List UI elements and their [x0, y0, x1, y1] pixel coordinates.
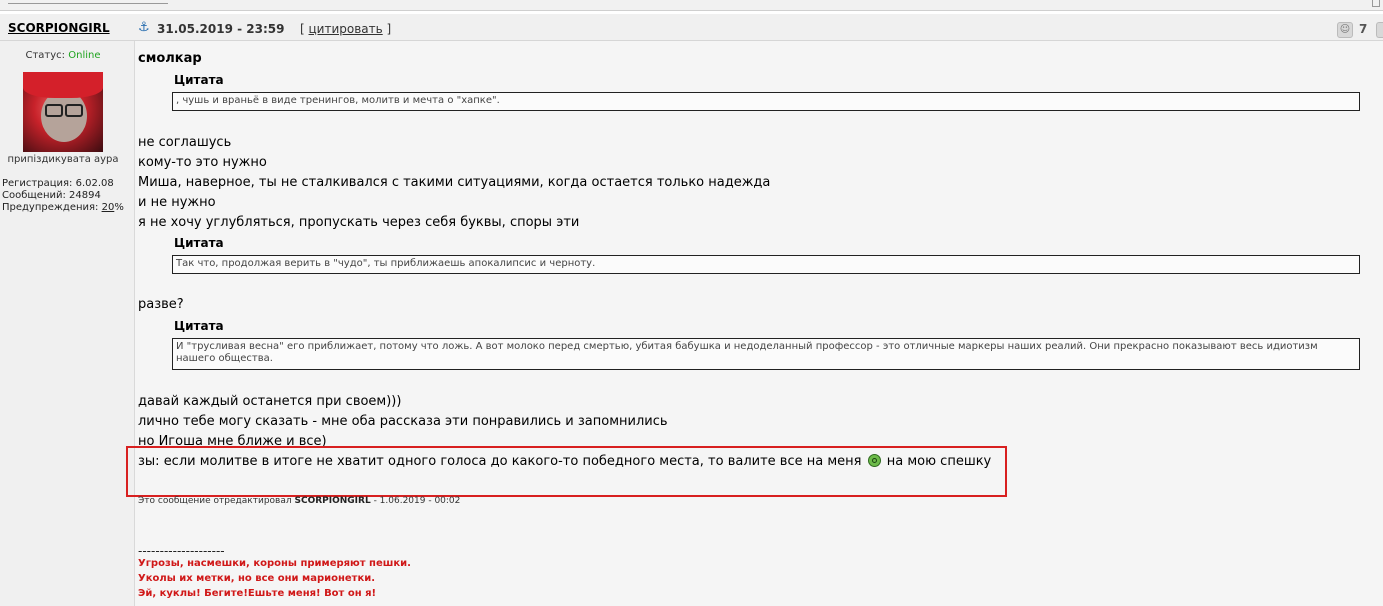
- user-rank: припіздикувата аура: [7, 154, 119, 165]
- avatar-hair: [23, 72, 103, 98]
- warnings-link[interactable]: 20: [102, 202, 115, 213]
- text-line: не соглашусь: [138, 135, 232, 150]
- forum-post: SCORPIONGIRL Статус: Online припіздикува…: [0, 14, 1383, 606]
- author-status: Статус: Online: [0, 50, 126, 61]
- quote-box: , чушь и враньё в виде тренингов, молитв…: [172, 92, 1360, 111]
- stat-registration: Регистрация: 6.02.08: [2, 178, 114, 189]
- avatar-glasses-left: [45, 104, 63, 117]
- previous-post-corner: [1372, 0, 1380, 7]
- author-username[interactable]: SCORPIONGIRL: [8, 21, 110, 35]
- highlight-annotation: [126, 446, 1007, 497]
- signature-line: Эй, куклы! Бегите!Ешьте меня! Вот он я!: [138, 588, 377, 599]
- quote-title: Цитата: [174, 319, 224, 333]
- edited-date: - 1.06.2019 - 00:02: [373, 496, 461, 506]
- quote-action: [ цитировать ]: [300, 22, 391, 36]
- status-label: Статус:: [25, 50, 66, 61]
- text-line: лично тебе могу сказать - мне оба расска…: [138, 414, 668, 429]
- avatar[interactable]: [23, 72, 103, 152]
- text-line: кому-то это нужно: [138, 155, 267, 170]
- reputation-plus-icon[interactable]: [1376, 22, 1383, 38]
- text-line: я не хочу углубляться, пропускать через …: [138, 215, 580, 230]
- text-line: и не нужно: [138, 195, 216, 210]
- signature-line: Угрозы, насмешки, короны примеряют пешки…: [138, 558, 411, 569]
- text-line: давай каждый останется при своем))): [138, 394, 402, 409]
- quote-title: Цитата: [174, 73, 224, 87]
- previous-post-edge: [8, 0, 168, 4]
- edited-note: Это сообщение отредактировал SCORPIONGIR…: [138, 496, 460, 506]
- warnings-label: Предупреждения:: [2, 202, 99, 213]
- text-line: Миша, наверное, ты не сталкивался с таки…: [138, 175, 771, 190]
- previous-post-strip: [0, 0, 1383, 11]
- status-online: Online: [68, 50, 101, 61]
- warnings-unit: %: [114, 202, 124, 213]
- bracket-open: [: [300, 22, 305, 36]
- bracket-close: ]: [386, 22, 392, 36]
- quote-box: Так что, продолжая верить в "чудо", ты п…: [172, 255, 1360, 274]
- edited-author: SCORPIONGIRL: [294, 496, 371, 506]
- text-line: разве?: [138, 297, 184, 312]
- signature-line: Уколы их метки, но все они марионетки.: [138, 573, 376, 584]
- author-stats: Регистрация: 6.02.08 Сообщений: 24894 Пр…: [2, 178, 124, 214]
- quote-link[interactable]: цитировать: [309, 22, 383, 36]
- post-opener: смолкар: [138, 51, 202, 66]
- edited-prefix: Это сообщение отредактировал: [138, 496, 292, 506]
- anchor-icon[interactable]: ⚓: [138, 20, 150, 35]
- quote-box: И "трусливая весна" его приближает, пото…: [172, 338, 1360, 370]
- reputation-count: 7: [1359, 22, 1368, 36]
- post-date: 31.05.2019 - 23:59: [157, 22, 285, 36]
- signature-separator: --------------------: [138, 544, 225, 558]
- avatar-glasses-right: [65, 104, 83, 117]
- quote-title: Цитата: [174, 236, 224, 250]
- reputation-icon[interactable]: ☺: [1337, 22, 1353, 38]
- stat-messages: Сообщений: 24894: [2, 190, 101, 201]
- stat-warnings: Предупреждения: 20%: [2, 202, 124, 214]
